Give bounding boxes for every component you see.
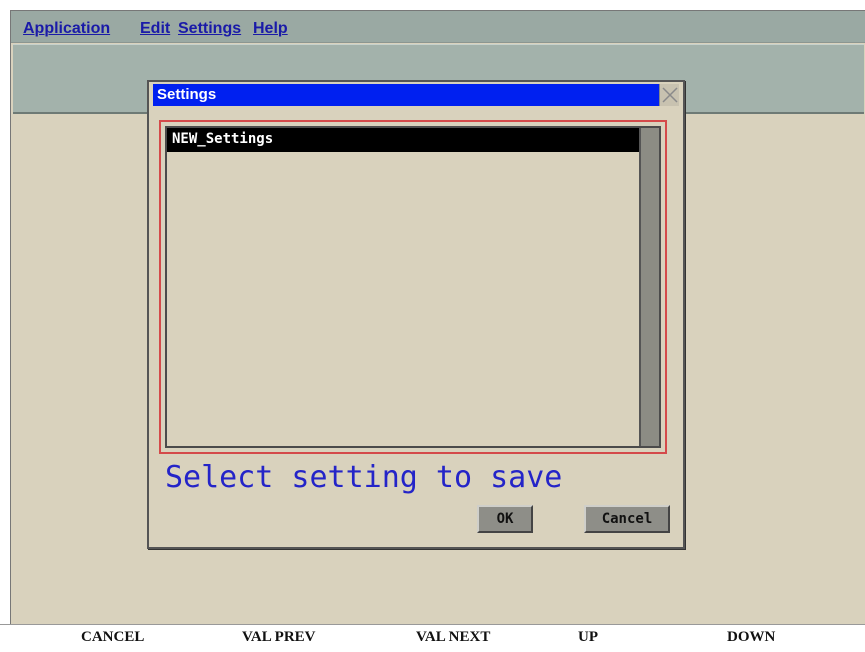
prompt-text: Select setting to save: [165, 460, 563, 495]
menu-application[interactable]: Application: [23, 20, 110, 38]
screen: Application Edit Settings Help Settings …: [0, 0, 865, 652]
list-item[interactable]: NEW_Settings: [167, 128, 639, 152]
menu-help[interactable]: Help: [253, 20, 288, 38]
dialog-title: Settings: [153, 84, 663, 106]
menu-settings[interactable]: Settings: [178, 20, 241, 38]
list-focus-outline: NEW_Settings: [159, 120, 667, 454]
menu-edit[interactable]: Edit: [140, 20, 170, 38]
close-icon[interactable]: [659, 84, 679, 106]
softkey-val-next[interactable]: VAL NEXT: [416, 629, 490, 646]
softkey-down[interactable]: DOWN: [727, 629, 775, 646]
softkey-cancel[interactable]: CANCEL: [81, 629, 144, 646]
cancel-button[interactable]: Cancel: [584, 505, 670, 533]
ok-button[interactable]: OK: [477, 505, 533, 533]
softkey-val-prev[interactable]: VAL PREV: [242, 629, 316, 646]
settings-dialog: Settings NEW_Settings Select setting to …: [147, 80, 685, 549]
softkey-bar: CANCEL VAL PREV VAL NEXT UP DOWN: [0, 624, 865, 652]
softkey-up[interactable]: UP: [578, 629, 598, 646]
listbox-scrollbar[interactable]: [639, 128, 659, 446]
menu-bar: Application Edit Settings Help: [11, 11, 865, 43]
settings-listbox[interactable]: NEW_Settings: [165, 126, 661, 448]
